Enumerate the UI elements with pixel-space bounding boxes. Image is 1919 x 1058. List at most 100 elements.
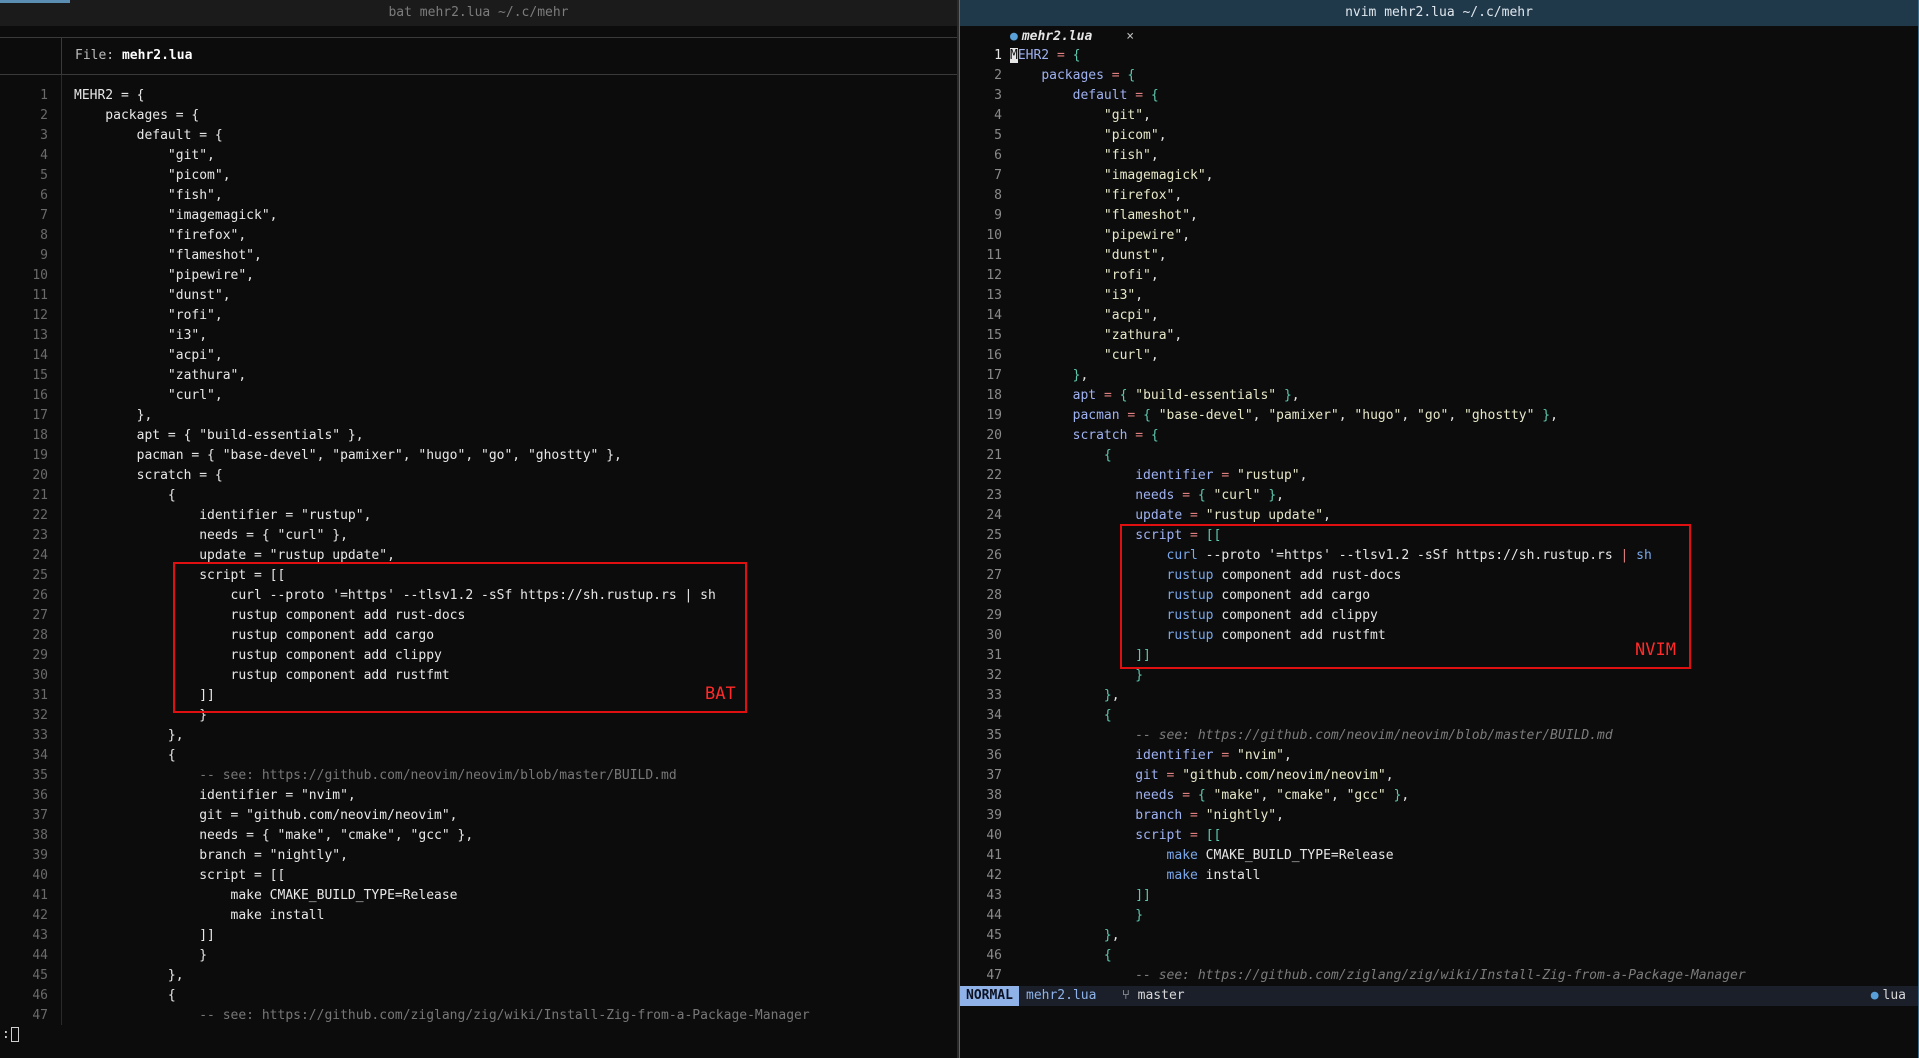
code-line: 37 git = "github.com/neovim/neovim", bbox=[0, 806, 957, 826]
line-number: 2 bbox=[40, 108, 48, 123]
code-text: "picom", bbox=[1103, 128, 1167, 143]
code-text: MEHR2 = { bbox=[74, 88, 145, 103]
line-number: 9 bbox=[994, 208, 1002, 223]
code-line: 3 default = { bbox=[960, 86, 1918, 106]
code-text: "picom", bbox=[74, 168, 231, 183]
line-number: 44 bbox=[986, 908, 1002, 923]
code-line: 5 "picom", bbox=[0, 166, 957, 186]
code-line: 20 scratch = { bbox=[960, 426, 1918, 446]
nvim-annotation-label: NVIM bbox=[1635, 640, 1676, 660]
line-number: 7 bbox=[40, 208, 48, 223]
code-text: "i3", bbox=[1103, 288, 1144, 303]
code-line: 40 script = [[ bbox=[0, 866, 957, 886]
code-line: 45 }, bbox=[0, 966, 957, 986]
code-line: 8 "firefox", bbox=[0, 226, 957, 246]
line-number: 13 bbox=[986, 288, 1002, 303]
line-number: 34 bbox=[32, 748, 48, 763]
code-line: 34 { bbox=[960, 706, 1918, 726]
mode-indicator: NORMAL bbox=[960, 986, 1019, 1006]
code-line: 42 make install bbox=[960, 866, 1918, 886]
line-number: 5 bbox=[40, 168, 48, 183]
line-number: 17 bbox=[32, 408, 48, 423]
line-number: 29 bbox=[32, 648, 48, 663]
code-text: ]] bbox=[74, 928, 215, 943]
code-text: scratch = { bbox=[1072, 428, 1159, 443]
code-line: 36 identifier = "nvim", bbox=[0, 786, 957, 806]
code-text: default = { bbox=[1072, 88, 1159, 103]
line-number: 31 bbox=[32, 688, 48, 703]
code-line: 45 }, bbox=[960, 926, 1918, 946]
lua-file-icon: ● bbox=[1870, 988, 1879, 1003]
line-number: 39 bbox=[986, 808, 1002, 823]
line-number: 3 bbox=[40, 128, 48, 143]
line-number: 36 bbox=[32, 788, 48, 803]
line-number: 20 bbox=[32, 468, 48, 483]
code-line: 16 "curl", bbox=[0, 386, 957, 406]
code-line: 4 "git", bbox=[0, 146, 957, 166]
line-number: 4 bbox=[994, 108, 1002, 123]
bat-pane[interactable]: bat mehr2.lua ~/.c/mehr File: mehr2.lua … bbox=[0, 0, 957, 1058]
line-number: 27 bbox=[986, 568, 1002, 583]
tab-label: mehr2.lua bbox=[1021, 29, 1093, 44]
code-line: 40 script = [[ bbox=[960, 826, 1918, 846]
code-line: 42 make install bbox=[0, 906, 957, 926]
code-line: 35 -- see: https://github.com/neovim/neo… bbox=[0, 766, 957, 786]
line-number: 35 bbox=[32, 768, 48, 783]
code-line: 1 MEHR2 = { bbox=[960, 46, 1918, 66]
line-number: 31 bbox=[986, 648, 1002, 663]
code-line: 39 branch = "nightly", bbox=[0, 846, 957, 866]
code-text: make install bbox=[1166, 868, 1261, 883]
code-text: }, bbox=[1103, 688, 1120, 703]
code-line: 2 packages = { bbox=[960, 66, 1918, 86]
code-text: }, bbox=[74, 728, 184, 743]
line-number: 1 bbox=[994, 48, 1002, 63]
nvim-tabline: ● mehr2.lua × bbox=[960, 26, 1918, 48]
tab-mehr2-lua[interactable]: ● mehr2.lua × bbox=[1000, 26, 1144, 48]
line-number: 37 bbox=[986, 768, 1002, 783]
focus-accent bbox=[0, 0, 70, 3]
code-text: "curl", bbox=[1103, 348, 1159, 363]
code-text: "flameshot", bbox=[74, 248, 262, 263]
line-number: 19 bbox=[32, 448, 48, 463]
nvim-window-title: nvim mehr2.lua ~/.c/mehr bbox=[960, 0, 1918, 26]
gutter-separator bbox=[61, 38, 62, 76]
line-number: 17 bbox=[986, 368, 1002, 383]
code-line: 7 "imagemagick", bbox=[960, 166, 1918, 186]
nvim-pane[interactable]: nvim mehr2.lua ~/.c/mehr ● mehr2.lua × 1 ME… bbox=[959, 0, 1919, 1058]
line-number: 6 bbox=[40, 188, 48, 203]
code-text: { bbox=[74, 488, 176, 503]
close-icon[interactable]: × bbox=[1126, 29, 1134, 44]
line-number: 24 bbox=[32, 548, 48, 563]
code-line: 9 "flameshot", bbox=[0, 246, 957, 266]
code-line: 33 }, bbox=[0, 726, 957, 746]
nvim-code-view[interactable]: 1 MEHR2 = {2 packages = {3 default = {4 "… bbox=[960, 46, 1918, 986]
code-text: ]] bbox=[1135, 888, 1151, 903]
code-line: 13 "i3", bbox=[0, 326, 957, 346]
file-label-name: mehr2.lua bbox=[121, 48, 193, 63]
code-line: 19 pacman = { "base-devel", "pamixer", "… bbox=[960, 406, 1918, 426]
status-git-branch: ⑂ master bbox=[1122, 986, 1185, 1006]
code-text: update = "rustup update", bbox=[74, 548, 395, 563]
line-number: 8 bbox=[994, 188, 1002, 203]
line-number: 15 bbox=[986, 328, 1002, 343]
bat-command-line[interactable]: : bbox=[0, 1025, 957, 1045]
code-line: 12 "rofi", bbox=[960, 266, 1918, 286]
line-number: 42 bbox=[32, 908, 48, 923]
code-text: { bbox=[1103, 708, 1112, 723]
code-text: { bbox=[1103, 948, 1112, 963]
line-number: 38 bbox=[32, 828, 48, 843]
bat-file-header: File: mehr2.lua bbox=[0, 37, 957, 76]
line-number: 37 bbox=[32, 808, 48, 823]
code-line: 8 "firefox", bbox=[960, 186, 1918, 206]
code-text: make install bbox=[74, 908, 325, 923]
code-line: 17 }, bbox=[0, 406, 957, 426]
line-number: 44 bbox=[32, 948, 48, 963]
code-text: { bbox=[1103, 448, 1112, 463]
code-line: 15 "zathura", bbox=[960, 326, 1918, 346]
bat-code-view[interactable]: 1 MEHR2 = {2 packages = {3 default = {4 "… bbox=[0, 86, 957, 1026]
code-line: 14 "acpi", bbox=[0, 346, 957, 366]
code-text: packages = { bbox=[1041, 68, 1136, 83]
code-line: 38 needs = { "make", "cmake", "gcc" }, bbox=[0, 826, 957, 846]
code-line: 4 "git", bbox=[960, 106, 1918, 126]
line-number: 40 bbox=[32, 868, 48, 883]
